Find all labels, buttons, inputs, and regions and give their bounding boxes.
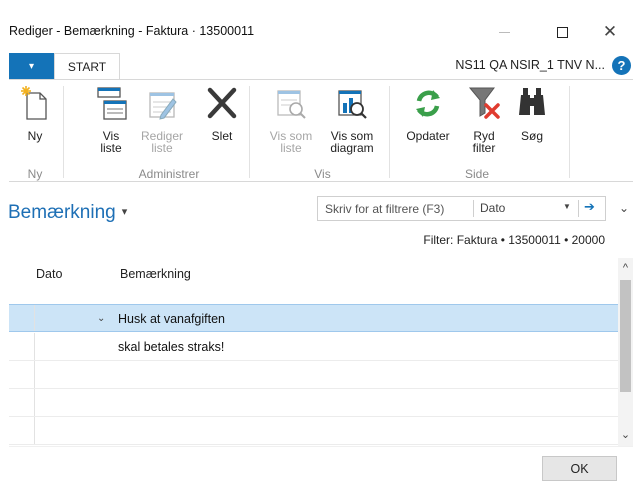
filter-field-select[interactable]: Dato: [480, 201, 505, 215]
view-as-chart-icon: [325, 84, 379, 122]
refresh-icon: [402, 84, 454, 122]
edit-window: Rediger - Bemærkning - Faktura · 1350001…: [0, 0, 633, 486]
vertical-scrollbar[interactable]: ^ ⌄: [618, 258, 633, 446]
filter-summary: Filter: Faktura • 13500011 • 20000: [423, 233, 605, 247]
scroll-down-icon[interactable]: ⌄: [618, 428, 633, 441]
page-title[interactable]: Bemærkning ▾: [8, 202, 127, 224]
search-label: Søg: [520, 129, 543, 143]
view-as-chart-label-2: diagram: [330, 141, 374, 155]
group-separator: [569, 86, 570, 178]
new-document-icon: [15, 84, 55, 122]
tab-start[interactable]: START: [54, 53, 120, 80]
column-header-comment[interactable]: Bemærkning: [120, 267, 191, 281]
new-button-label: Ny: [27, 129, 43, 143]
new-button[interactable]: Ny: [15, 84, 55, 142]
clear-filter-button[interactable]: Ryd filter: [464, 84, 504, 154]
filter-box: Dato ▼ ➔: [317, 196, 606, 221]
group-separator: [249, 86, 250, 178]
row-selector[interactable]: [9, 417, 35, 444]
row-selector[interactable]: [9, 361, 35, 388]
group-label-page: Side: [464, 167, 490, 181]
view-as-list-label-2: liste: [280, 141, 302, 155]
footer-divider: [9, 446, 633, 447]
refresh-button[interactable]: Opdater: [402, 84, 454, 142]
comment-cell[interactable]: skal betales straks!: [118, 340, 224, 354]
group-label-new: Ny: [27, 167, 43, 181]
maximize-icon: [556, 26, 568, 38]
scroll-thumb[interactable]: [620, 280, 631, 392]
filter-divider: [473, 200, 474, 217]
table-row[interactable]: [9, 389, 618, 417]
table-row[interactable]: skal betales straks!: [9, 333, 618, 361]
view-as-list-icon: [266, 84, 316, 122]
page-title-text: Bemærkning: [8, 202, 116, 223]
row-selector[interactable]: [9, 389, 35, 416]
row-selector[interactable]: [9, 305, 35, 331]
row-actions-chevron-icon[interactable]: ⌄: [97, 313, 105, 324]
chevron-down-icon[interactable]: ▾: [122, 206, 128, 218]
close-button[interactable]: ✕: [587, 14, 633, 50]
minimize-icon: [498, 31, 510, 33]
group-separator: [63, 86, 64, 178]
clear-filter-label-2: filter: [472, 141, 496, 155]
row-selector[interactable]: [9, 333, 35, 360]
ok-button[interactable]: OK: [542, 456, 617, 481]
view-as-chart-button[interactable]: Vis som diagram: [325, 84, 379, 154]
comment-grid: Dato Bemærkning ⌄ Husk at vanafgiften sk…: [9, 258, 618, 446]
window-title: Rediger - Bemærkning - Faktura · 1350001…: [9, 24, 255, 38]
refresh-label: Opdater: [406, 129, 450, 143]
filter-input[interactable]: [318, 197, 473, 220]
show-list-icon: [91, 84, 131, 122]
view-as-list-button[interactable]: Vis som liste: [266, 84, 316, 154]
delete-label: Slet: [211, 129, 233, 143]
company-name[interactable]: NS11 QA NSIR_1 TNV N...: [455, 58, 605, 72]
application-menu-button[interactable]: ▾: [9, 53, 54, 79]
help-icon[interactable]: ?: [612, 56, 631, 75]
maximize-button[interactable]: [539, 14, 585, 50]
edit-list-button[interactable]: Rediger liste: [140, 84, 184, 154]
group-separator: [389, 86, 390, 178]
title-bar: Rediger - Bemærkning - Faktura · 1350001…: [9, 14, 633, 50]
group-label-view: Vis: [314, 167, 331, 181]
column-header-date[interactable]: Dato: [36, 267, 62, 281]
filter-divider: [578, 200, 579, 217]
collapse-factbox-icon[interactable]: ⌄: [619, 201, 629, 215]
dropdown-arrow-icon[interactable]: ▼: [563, 202, 571, 211]
group-label-manage: Administrer: [138, 167, 200, 181]
scroll-up-icon[interactable]: ^: [618, 262, 633, 274]
arrow-right-icon[interactable]: ➔: [584, 199, 595, 215]
table-row[interactable]: ⌄ Husk at vanafgiften: [9, 304, 618, 332]
delete-button[interactable]: Slet: [202, 84, 242, 142]
show-list-label-2: liste: [100, 141, 122, 155]
comment-cell[interactable]: Husk at vanafgiften: [118, 312, 225, 326]
delete-x-icon: [202, 84, 242, 122]
show-list-button[interactable]: Vis liste: [91, 84, 131, 154]
table-row[interactable]: [9, 417, 618, 445]
edit-list-icon: [140, 84, 184, 122]
edit-list-label-2: liste: [151, 141, 173, 155]
binoculars-icon: [514, 84, 550, 122]
table-row[interactable]: [9, 361, 618, 389]
ribbon: Ny Vis liste Rediger liste Slet Vis som …: [9, 79, 633, 182]
clear-filter-icon: [464, 84, 504, 122]
search-button[interactable]: Søg: [514, 84, 550, 142]
minimize-button[interactable]: [481, 14, 527, 50]
ribbon-tab-strip: ▾ START NS11 QA NSIR_1 TNV N... ?: [9, 53, 633, 80]
